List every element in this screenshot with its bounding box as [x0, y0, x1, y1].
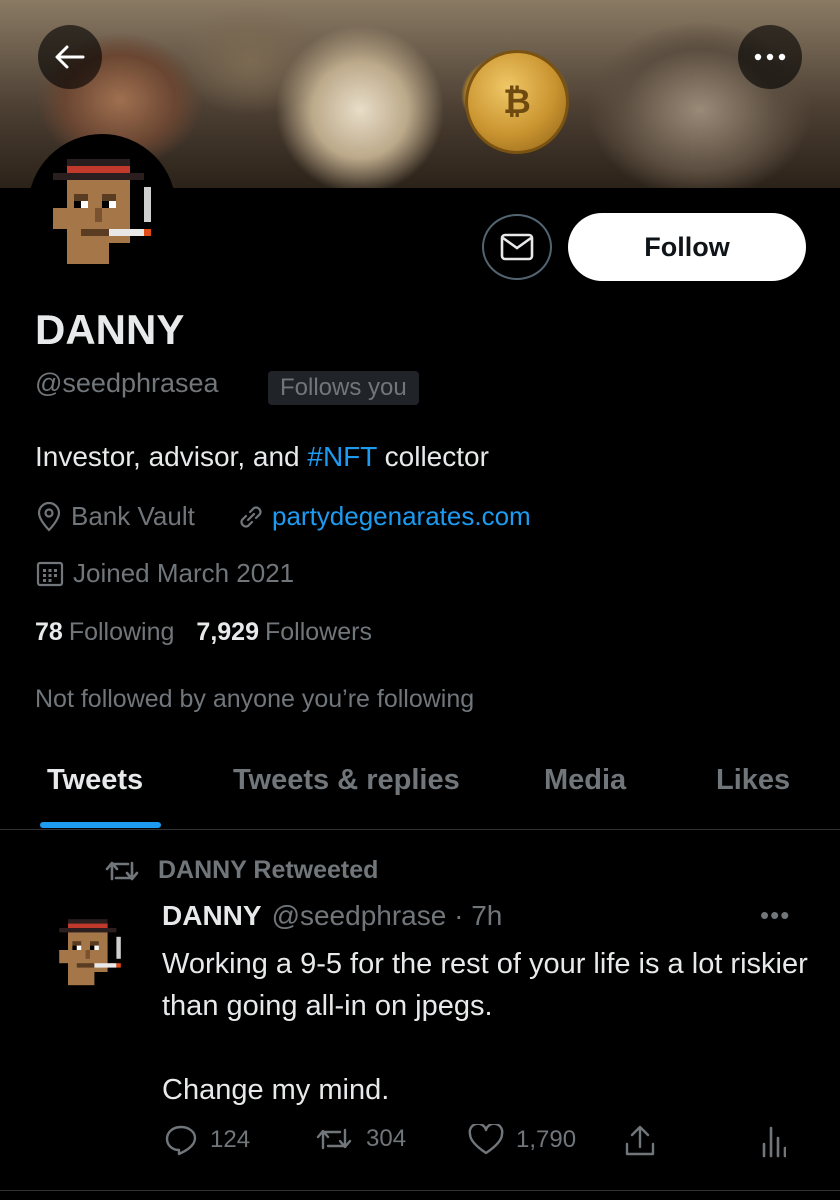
following-link[interactable]: 78 Following — [35, 618, 174, 647]
website-link[interactable]: partydegenarates.com — [272, 501, 531, 532]
message-button[interactable] — [482, 214, 552, 280]
back-button[interactable] — [38, 25, 102, 89]
tab-tweets[interactable]: Tweets — [47, 764, 143, 797]
followers-count: 7,929 — [196, 618, 259, 646]
tweet-text: Working a 9-5 for the rest of your life … — [162, 948, 808, 1106]
like-button[interactable]: 1,790 — [468, 1124, 576, 1156]
profile-name: DANNY — [35, 306, 185, 353]
follow-button[interactable]: Follow — [568, 213, 806, 281]
like-icon — [468, 1124, 504, 1155]
calendar-icon — [36, 561, 64, 586]
more-horizontal-icon — [754, 53, 786, 61]
follows-you-badge: Follows you — [268, 371, 419, 405]
joined-text: Joined March 2021 — [73, 558, 295, 588]
following-count: 78 — [35, 618, 63, 646]
reply-icon — [165, 1125, 197, 1156]
retweet-context[interactable]: DANNY Retweeted — [104, 856, 378, 885]
bio-text: Investor, advisor, and — [35, 441, 308, 472]
tweet-header: DANNY @seedphrase · 7h — [162, 900, 502, 932]
tweet-author-name[interactable]: DANNY — [162, 900, 262, 932]
location-pin-icon — [37, 501, 61, 532]
link-icon — [240, 505, 262, 528]
more-button[interactable] — [738, 25, 802, 89]
bitcoin-icon: ₿ — [465, 50, 569, 154]
share-button[interactable] — [623, 1124, 669, 1158]
like-count: 1,790 — [516, 1126, 577, 1153]
profile-joined: Joined March 2021 — [35, 558, 294, 589]
retweet-count: 304 — [366, 1125, 407, 1152]
tab-tweets-replies[interactable]: Tweets & replies — [233, 764, 460, 797]
retweet-icon — [105, 861, 139, 880]
tweet-handle-time[interactable]: @seedphrase · 7h — [272, 900, 503, 932]
following-label: Following — [68, 618, 175, 646]
profile-avatar[interactable] — [28, 134, 176, 282]
envelope-icon — [500, 233, 534, 261]
retweeted-by-text: DANNY Retweeted — [158, 856, 379, 884]
reply-count: 124 — [210, 1126, 251, 1153]
location-text: Bank Vault — [71, 501, 195, 531]
analytics-icon — [762, 1126, 786, 1158]
punk-avatar-image — [32, 138, 172, 278]
reply-button[interactable]: 124 — [164, 1124, 250, 1156]
followers-label: Followers — [264, 618, 372, 646]
profile-website[interactable]: partydegenarates.com — [236, 501, 531, 532]
retweet-icon — [316, 1128, 352, 1150]
analytics-button[interactable] — [760, 1124, 798, 1158]
profile-handle: @seedphrasea — [35, 368, 219, 398]
mutual-followers-note: Not followed by anyone you’re following — [35, 685, 475, 713]
follow-counts: 78 Following 7,929 Followers — [35, 618, 372, 647]
punk-avatar-image — [46, 906, 134, 994]
arrow-left-icon — [55, 45, 85, 69]
share-icon — [625, 1125, 655, 1156]
followers-link[interactable]: 7,929 Followers — [196, 618, 372, 647]
active-tab-indicator — [40, 822, 161, 828]
tabs-divider — [0, 829, 840, 830]
tab-likes[interactable]: Likes — [716, 764, 790, 797]
profile-bio: Investor, advisor, and #NFT collector — [35, 441, 489, 473]
retweet-button[interactable]: 304 — [314, 1124, 406, 1154]
tweet-more-button[interactable]: ••• — [760, 900, 790, 931]
bio-text-end: collector — [376, 441, 489, 472]
tweet-divider — [0, 1190, 840, 1191]
profile-location: Bank Vault — [35, 501, 195, 532]
tab-media[interactable]: Media — [544, 764, 626, 797]
bio-hashtag-link[interactable]: #NFT — [307, 441, 377, 472]
tweet-author-avatar[interactable] — [46, 906, 134, 994]
